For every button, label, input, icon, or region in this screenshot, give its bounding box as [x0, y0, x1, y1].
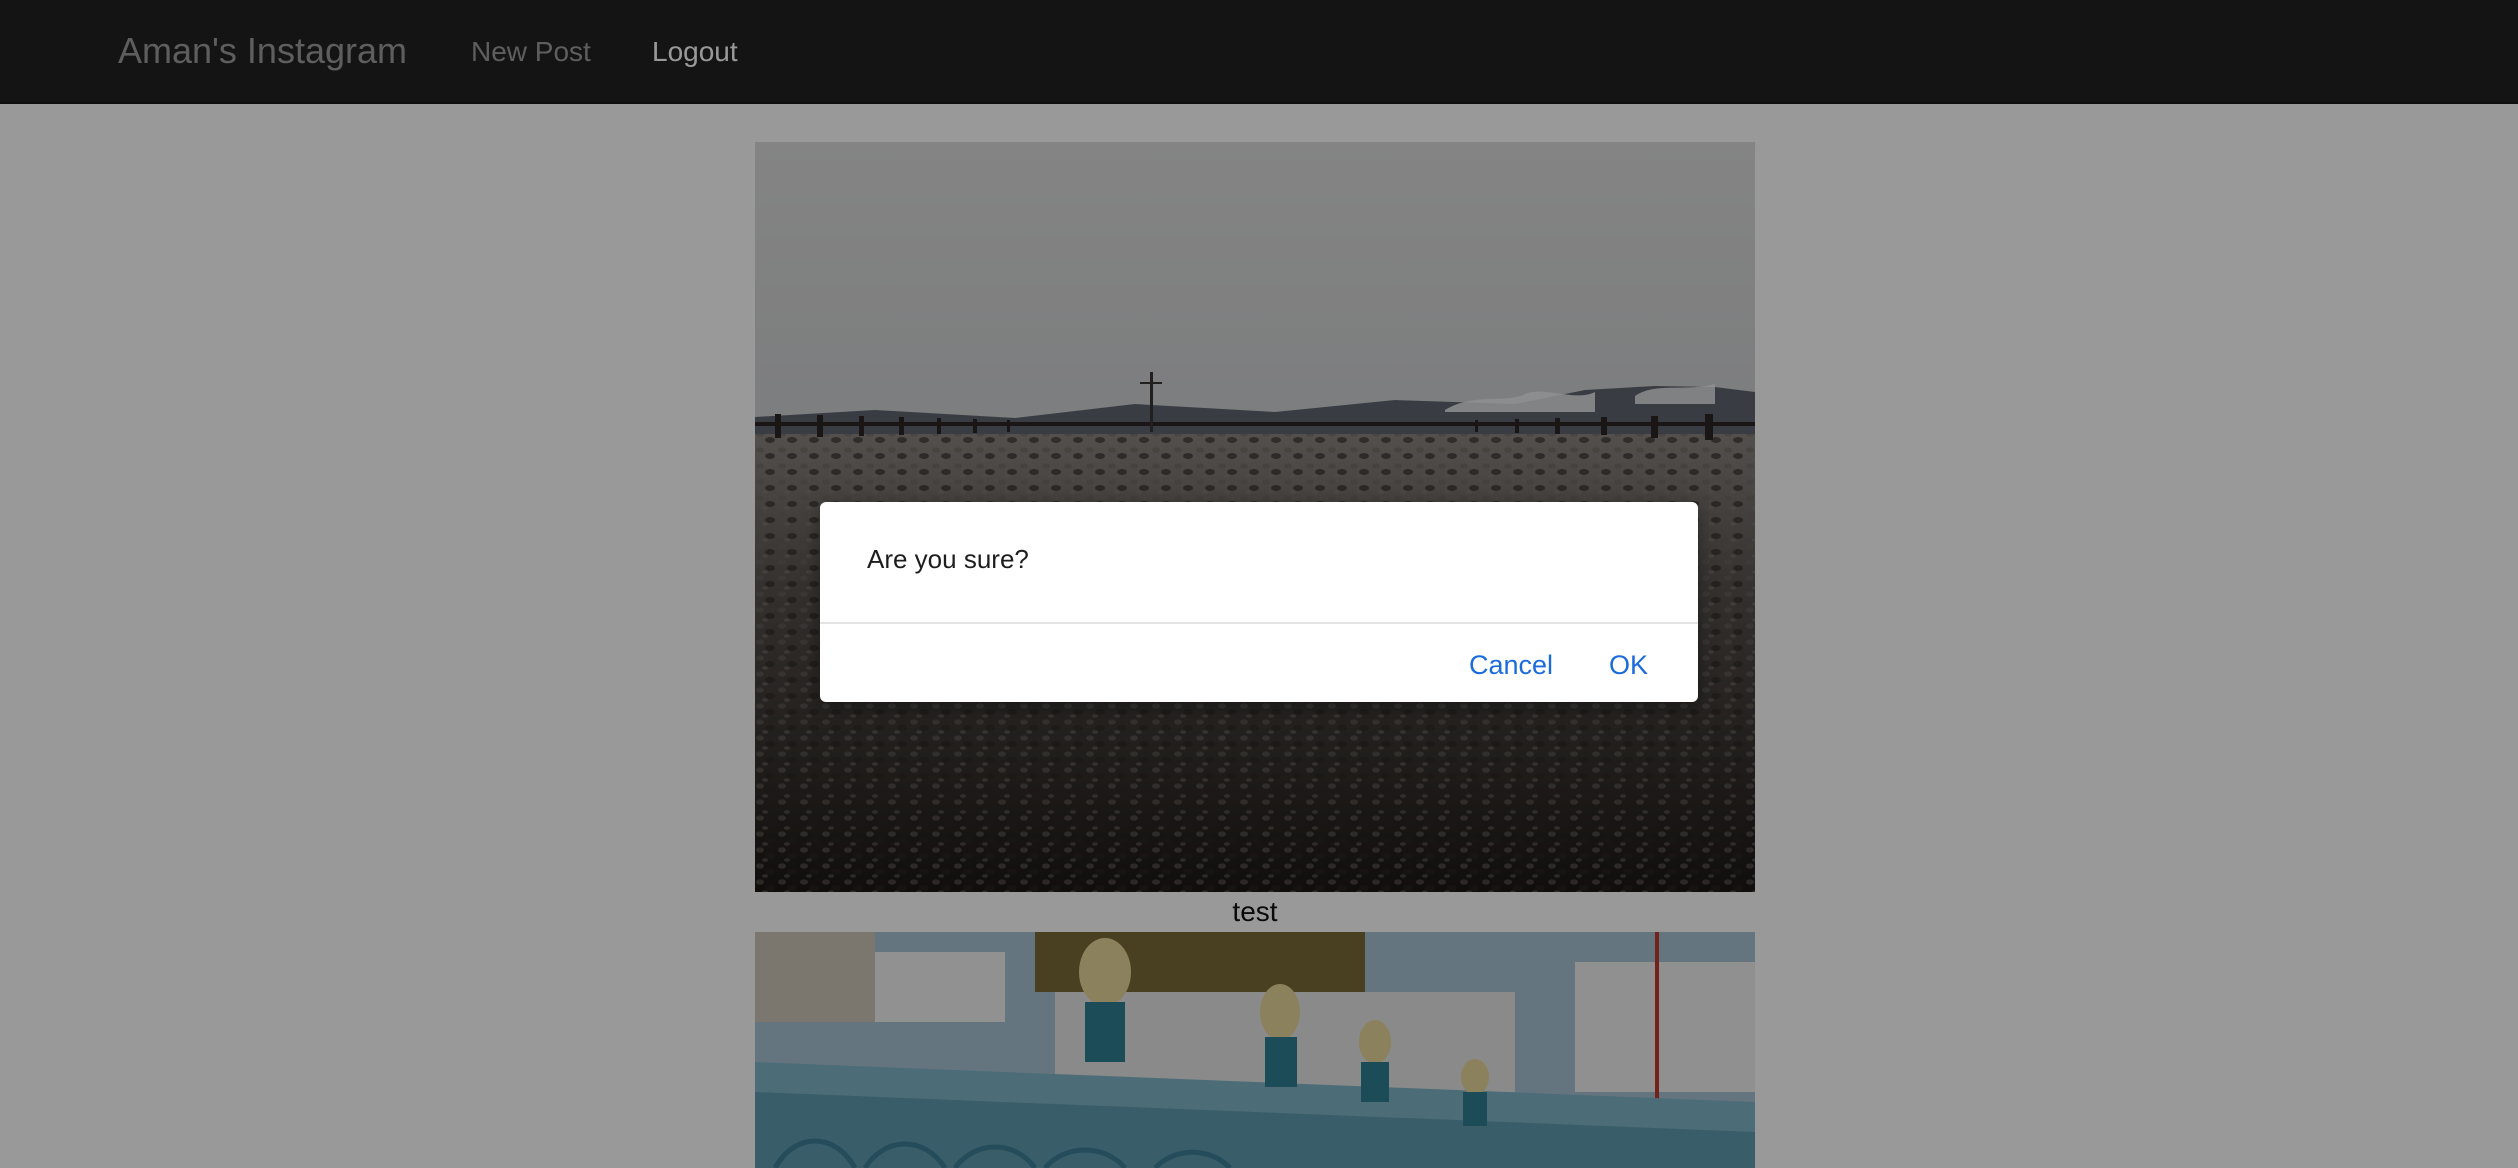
dialog-message: Are you sure? [867, 544, 1029, 574]
dialog-divider [820, 622, 1698, 624]
confirm-dialog: Are you sure? Cancel OK [820, 502, 1698, 702]
cancel-button[interactable]: Cancel [1469, 648, 1553, 682]
ok-button[interactable]: OK [1609, 648, 1648, 682]
